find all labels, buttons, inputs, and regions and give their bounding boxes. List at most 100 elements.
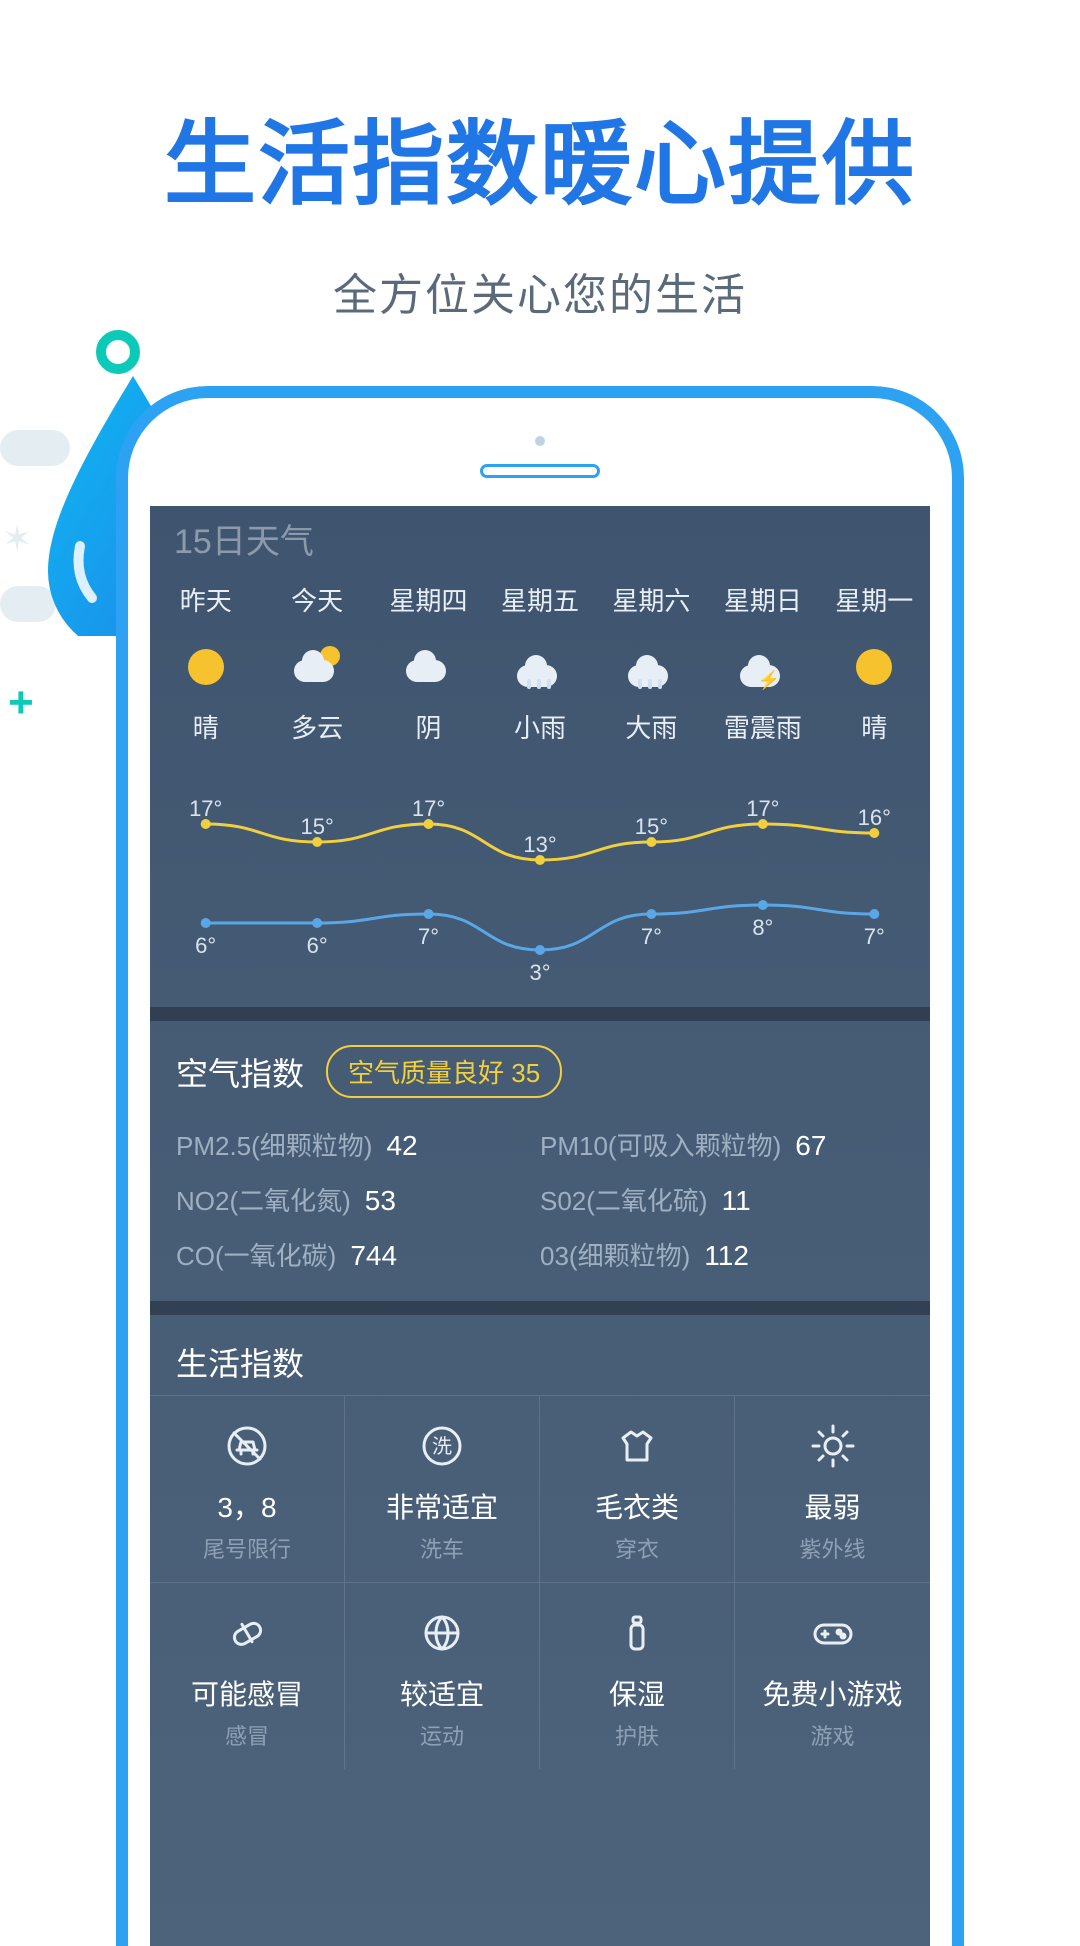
svg-text:洗: 洗 xyxy=(432,1435,452,1458)
air-quality-item[interactable]: 03(细颗粒物) 112 xyxy=(540,1236,904,1273)
forecast-day-column[interactable]: 星期四阴 xyxy=(373,581,484,745)
air-quality-item-name: PM2.5(细颗粒物) xyxy=(176,1126,372,1163)
app-screen: 15日天气 昨天晴今天多云星期四阴星期五小雨星期六大雨星期日⚡雷震雨星期一晴 1… xyxy=(150,506,930,1946)
air-quality-item[interactable]: CO(一氧化碳) 744 xyxy=(176,1236,540,1273)
forecast-temperature-chart: 17°15°17°13°15°17°16°6°6°7°3°7°8°7° xyxy=(150,767,930,1007)
life-index-item[interactable]: 可能感冒感冒 xyxy=(150,1582,345,1769)
forecast-day-label: 昨天 xyxy=(150,581,261,618)
headline-subtitle: 全方位关心您的生活 xyxy=(0,259,1080,323)
air-quality-title: 空气指数 xyxy=(176,1049,304,1095)
life-index-item[interactable]: 免费小游戏游戏 xyxy=(735,1582,930,1769)
forecast-day-column[interactable]: 星期五小雨 xyxy=(484,581,595,745)
air-quality-item-name: CO(一氧化碳) xyxy=(176,1236,336,1273)
air-quality-item-name: NO2(二氧化氮) xyxy=(176,1181,351,1218)
gamepad-icon xyxy=(735,1607,930,1659)
life-index-value: 非常适宜 xyxy=(345,1486,539,1526)
cloud-sun-weather-icon xyxy=(261,644,372,690)
ball-icon xyxy=(345,1607,539,1659)
life-index-value: 最弱 xyxy=(735,1486,930,1526)
lotion-icon xyxy=(540,1607,734,1659)
forecast-day-condition: 阴 xyxy=(373,708,484,745)
forecast-day-column[interactable]: 今天多云 xyxy=(261,581,372,745)
forecast-low-temp: 7° xyxy=(641,924,662,950)
forecast-day-condition: 雷震雨 xyxy=(707,708,818,745)
deco-ring-icon xyxy=(96,330,140,374)
shirt-icon xyxy=(540,1420,734,1472)
life-index-grid: 3，8尾号限行洗非常适宜洗车毛衣类穿衣最弱紫外线可能感冒感冒较适宜运动保湿护肤免… xyxy=(150,1395,930,1769)
forecast-low-temp: 7° xyxy=(418,924,439,950)
air-quality-item-value: 744 xyxy=(350,1240,397,1272)
life-index-item[interactable]: 保湿护肤 xyxy=(540,1582,735,1769)
phone-camera-icon xyxy=(535,436,545,446)
life-index-item[interactable]: 毛衣类穿衣 xyxy=(540,1395,735,1582)
forecast-day-label: 星期四 xyxy=(373,581,484,618)
air-quality-item-value: 42 xyxy=(386,1130,417,1162)
forecast-day-label: 星期六 xyxy=(596,581,707,618)
life-index-category: 感冒 xyxy=(150,1719,344,1751)
air-quality-section: 空气指数 空气质量良好 35 PM2.5(细颗粒物) 42 PM10(可吸入颗粒物)… xyxy=(150,1021,930,1301)
deco-plus-icon: + xyxy=(8,678,34,728)
forecast-day-column[interactable]: 昨天晴 xyxy=(150,581,261,745)
air-quality-badge[interactable]: 空气质量良好 35 xyxy=(326,1045,562,1098)
storm-weather-icon: ⚡ xyxy=(707,644,818,690)
sun-weather-icon xyxy=(819,644,930,690)
sun-uv-icon xyxy=(735,1420,930,1472)
life-index-title: 生活指数 xyxy=(150,1339,930,1395)
air-quality-item[interactable]: PM2.5(细颗粒物) 42 xyxy=(176,1126,540,1163)
air-quality-grid: PM2.5(细颗粒物) 42 PM10(可吸入颗粒物)67 NO2(二氧化氮) 53 S0… xyxy=(176,1126,904,1273)
air-quality-item[interactable]: S02(二氧化硫)11 xyxy=(540,1181,904,1218)
forecast-day-condition: 晴 xyxy=(819,708,930,745)
air-quality-item-name: PM10(可吸入颗粒物) xyxy=(540,1126,781,1163)
pill-icon xyxy=(150,1607,344,1659)
life-index-category: 游戏 xyxy=(735,1719,930,1751)
forecast-day-label: 星期五 xyxy=(484,581,595,618)
forecast-high-temp: 13° xyxy=(523,832,556,858)
section-divider xyxy=(150,1007,930,1021)
life-index-section: 生活指数 3，8尾号限行洗非常适宜洗车毛衣类穿衣最弱紫外线可能感冒感冒较适宜运动… xyxy=(150,1315,930,1769)
forecast-high-temp: 17° xyxy=(412,796,445,822)
forecast-high-temp: 15° xyxy=(635,814,668,840)
air-quality-item[interactable]: PM10(可吸入颗粒物)67 xyxy=(540,1126,904,1163)
forecast-day-label: 星期一 xyxy=(819,581,930,618)
sun-weather-icon xyxy=(150,644,261,690)
life-index-category: 穿衣 xyxy=(540,1532,734,1564)
life-index-category: 洗车 xyxy=(345,1532,539,1564)
forecast-low-temp: 8° xyxy=(752,915,773,941)
forecast-low-temp: 6° xyxy=(195,933,216,959)
life-index-value: 毛衣类 xyxy=(540,1486,734,1526)
forecast-day-label: 星期日 xyxy=(707,581,818,618)
forecast-high-temp: 17° xyxy=(189,796,222,822)
section-divider xyxy=(150,1301,930,1315)
forecast-low-temp: 6° xyxy=(307,933,328,959)
life-index-category: 护肤 xyxy=(540,1719,734,1751)
wash-icon: 洗 xyxy=(345,1420,539,1472)
air-quality-item-value: 53 xyxy=(365,1185,396,1217)
life-index-item[interactable]: 最弱紫外线 xyxy=(735,1395,930,1582)
phone-mockup: 15日天气 昨天晴今天多云星期四阴星期五小雨星期六大雨星期日⚡雷震雨星期一晴 1… xyxy=(116,386,964,1946)
forecast-high-temp: 17° xyxy=(746,796,779,822)
forecast-high-temp: 16° xyxy=(858,805,891,831)
forecast-day-column[interactable]: 星期一晴 xyxy=(819,581,930,745)
life-index-value: 可能感冒 xyxy=(150,1673,344,1713)
forecast-days-row: 昨天晴今天多云星期四阴星期五小雨星期六大雨星期日⚡雷震雨星期一晴 xyxy=(150,581,930,745)
life-index-category: 紫外线 xyxy=(735,1532,930,1564)
air-quality-item-name: S02(二氧化硫) xyxy=(540,1181,708,1218)
forecast-day-condition: 大雨 xyxy=(596,708,707,745)
forecast-day-column[interactable]: 星期日 ⚡ 雷震雨 xyxy=(707,581,818,745)
air-quality-item-value: 112 xyxy=(704,1240,749,1272)
life-index-value: 较适宜 xyxy=(345,1673,539,1713)
forecast-day-condition: 多云 xyxy=(261,708,372,745)
life-index-item[interactable]: 洗非常适宜洗车 xyxy=(345,1395,540,1582)
forecast-day-column[interactable]: 星期六大雨 xyxy=(596,581,707,745)
forecast-low-temp: 3° xyxy=(529,960,550,986)
life-index-value: 免费小游戏 xyxy=(735,1673,930,1713)
life-index-item[interactable]: 3，8尾号限行 xyxy=(150,1395,345,1582)
life-index-category: 运动 xyxy=(345,1719,539,1751)
air-quality-item-name: 03(细颗粒物) xyxy=(540,1236,690,1273)
rain-weather-icon xyxy=(596,644,707,690)
air-quality-item[interactable]: NO2(二氧化氮) 53 xyxy=(176,1181,540,1218)
headline-title: 生活指数暖心提供 xyxy=(0,90,1080,223)
life-index-item[interactable]: 较适宜运动 xyxy=(345,1582,540,1769)
phone-speaker-icon xyxy=(480,464,600,478)
life-index-category: 尾号限行 xyxy=(150,1532,344,1564)
